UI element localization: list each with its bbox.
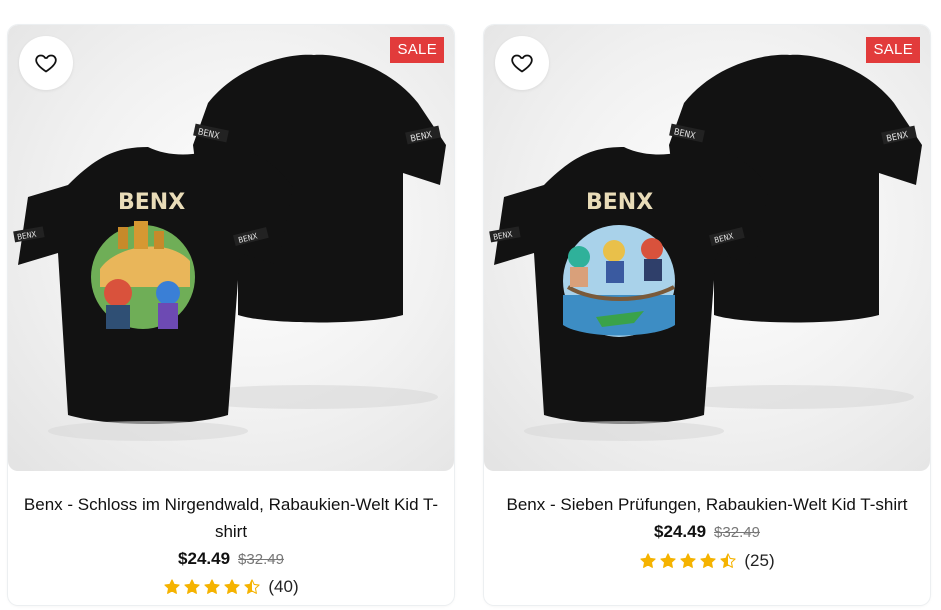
star-icon xyxy=(700,553,717,568)
original-price: $32.49 xyxy=(714,524,760,541)
heart-outline-icon xyxy=(35,54,57,73)
review-count: (25) xyxy=(744,551,775,570)
heart-outline-icon xyxy=(511,54,533,73)
sale-price: $24.49 xyxy=(654,522,707,541)
rating: (25) xyxy=(484,551,930,571)
star-icon xyxy=(164,579,181,594)
star-icon xyxy=(224,579,241,594)
product-title[interactable]: Benx - Sieben Prüfungen, Rabaukien-Welt … xyxy=(484,491,930,518)
rating: (40) xyxy=(8,577,454,597)
product-card[interactable]: BENX BENX BENX xyxy=(8,25,454,605)
star-rating xyxy=(163,578,261,596)
original-price: $32.49 xyxy=(238,551,284,568)
review-count: (40) xyxy=(268,577,299,596)
price-block: $24.49 $32.49 xyxy=(8,549,454,569)
star-icon xyxy=(660,553,677,568)
product-title[interactable]: Benx - Schloss im Nirgendwald, Rabaukien… xyxy=(8,491,454,545)
product-card[interactable]: BENX BENX BENX xyxy=(484,25,930,605)
star-rating xyxy=(639,552,737,570)
svg-text:BENX: BENX xyxy=(586,190,653,215)
wishlist-button[interactable] xyxy=(495,36,549,90)
tshirt-image: BENX BENX BENX BENX BENX xyxy=(489,54,922,441)
star-icon xyxy=(184,579,201,594)
product-grid: BENX BENX BENX BENX BENX SALE Benx - Sch… xyxy=(0,0,941,610)
wishlist-button[interactable] xyxy=(19,36,73,90)
tshirt-image: BENX BENX BENX BENX BENX xyxy=(13,54,446,441)
star-icon xyxy=(720,553,737,568)
star-icon xyxy=(680,553,697,568)
sale-price: $24.49 xyxy=(178,549,231,568)
svg-text:BENX: BENX xyxy=(118,190,185,215)
sale-badge: SALE xyxy=(866,37,920,63)
price-block: $24.49 $32.49 xyxy=(484,522,930,542)
sale-badge: SALE xyxy=(390,37,444,63)
star-icon xyxy=(640,553,657,568)
star-icon xyxy=(204,579,221,594)
product-image[interactable]: BENX BENX BENX BENX BENX SALE xyxy=(8,25,454,471)
star-icon xyxy=(244,579,261,594)
product-image[interactable]: BENX BENX BENX BENX BENX SALE xyxy=(484,25,930,471)
